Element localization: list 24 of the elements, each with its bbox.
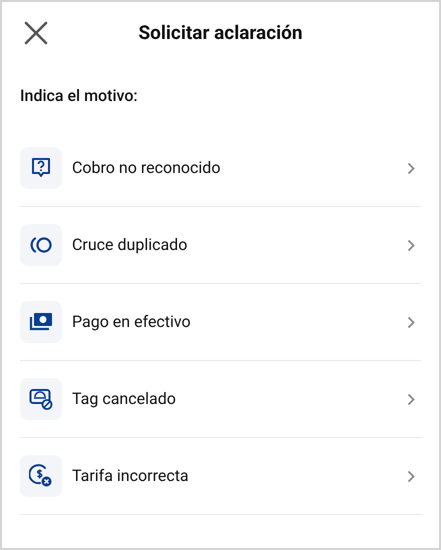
- question-icon: [31, 157, 51, 179]
- dollar-cancel-icon: [29, 464, 53, 488]
- chevron-right-icon: [407, 470, 415, 482]
- reason-label: Tarifa incorrecta: [72, 465, 190, 487]
- chevron-right-icon: [407, 162, 415, 174]
- overlapping-circles-icon: [29, 236, 53, 254]
- reason-label: Cruce duplicado: [72, 234, 188, 256]
- close-button[interactable]: [22, 19, 50, 47]
- reason-label: Cobro no reconocido: [72, 157, 222, 179]
- reason-item[interactable]: Cruce duplicado: [20, 207, 421, 284]
- reason-item[interactable]: Tag cancelado: [20, 361, 421, 438]
- reason-label: Pago en efectivo: [72, 311, 192, 333]
- reason-item[interactable]: Pago en efectivo: [20, 284, 421, 361]
- chevron-right-icon: [407, 238, 415, 252]
- chevron-right-icon: [407, 392, 415, 406]
- reason-label: Tag cancelado: [72, 388, 177, 410]
- close-icon: [24, 21, 48, 45]
- reason-item[interactable]: Tarifa incorrecta: [20, 438, 421, 515]
- banknote-icon: [29, 312, 53, 332]
- tag-blocked-icon: [29, 388, 53, 410]
- window-title: Solicitar aclaración: [138, 20, 303, 46]
- chevron-right-icon: [407, 316, 415, 328]
- reason-item[interactable]: Cobro no reconocido: [20, 130, 421, 207]
- prompt-label: Indica el motivo:: [19, 85, 139, 107]
